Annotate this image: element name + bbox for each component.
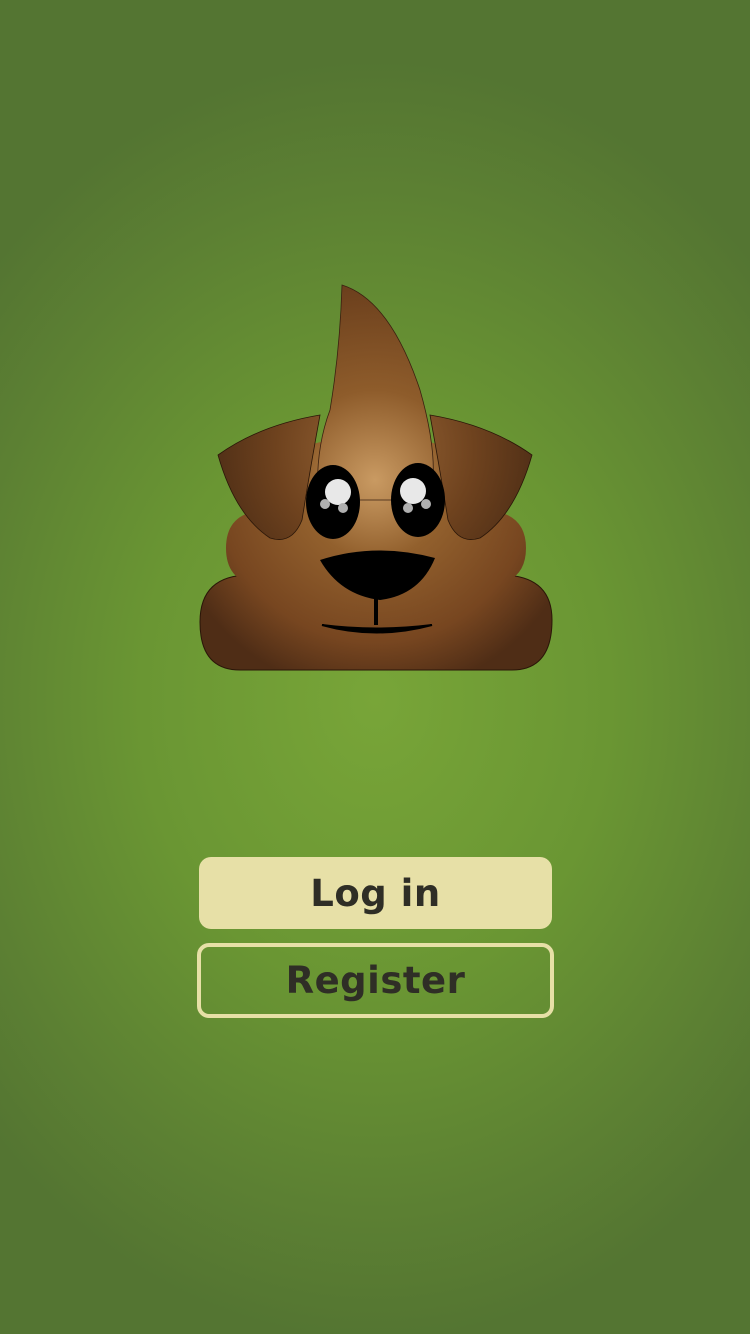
login-button-label: Log in <box>310 871 441 915</box>
poop-dog-mascot-icon <box>190 270 560 680</box>
register-button-label: Register <box>285 959 466 1002</box>
register-button[interactable]: Register <box>197 943 554 1018</box>
login-button[interactable]: Log in <box>199 857 552 929</box>
welcome-screen: Log in Register <box>0 0 750 1334</box>
